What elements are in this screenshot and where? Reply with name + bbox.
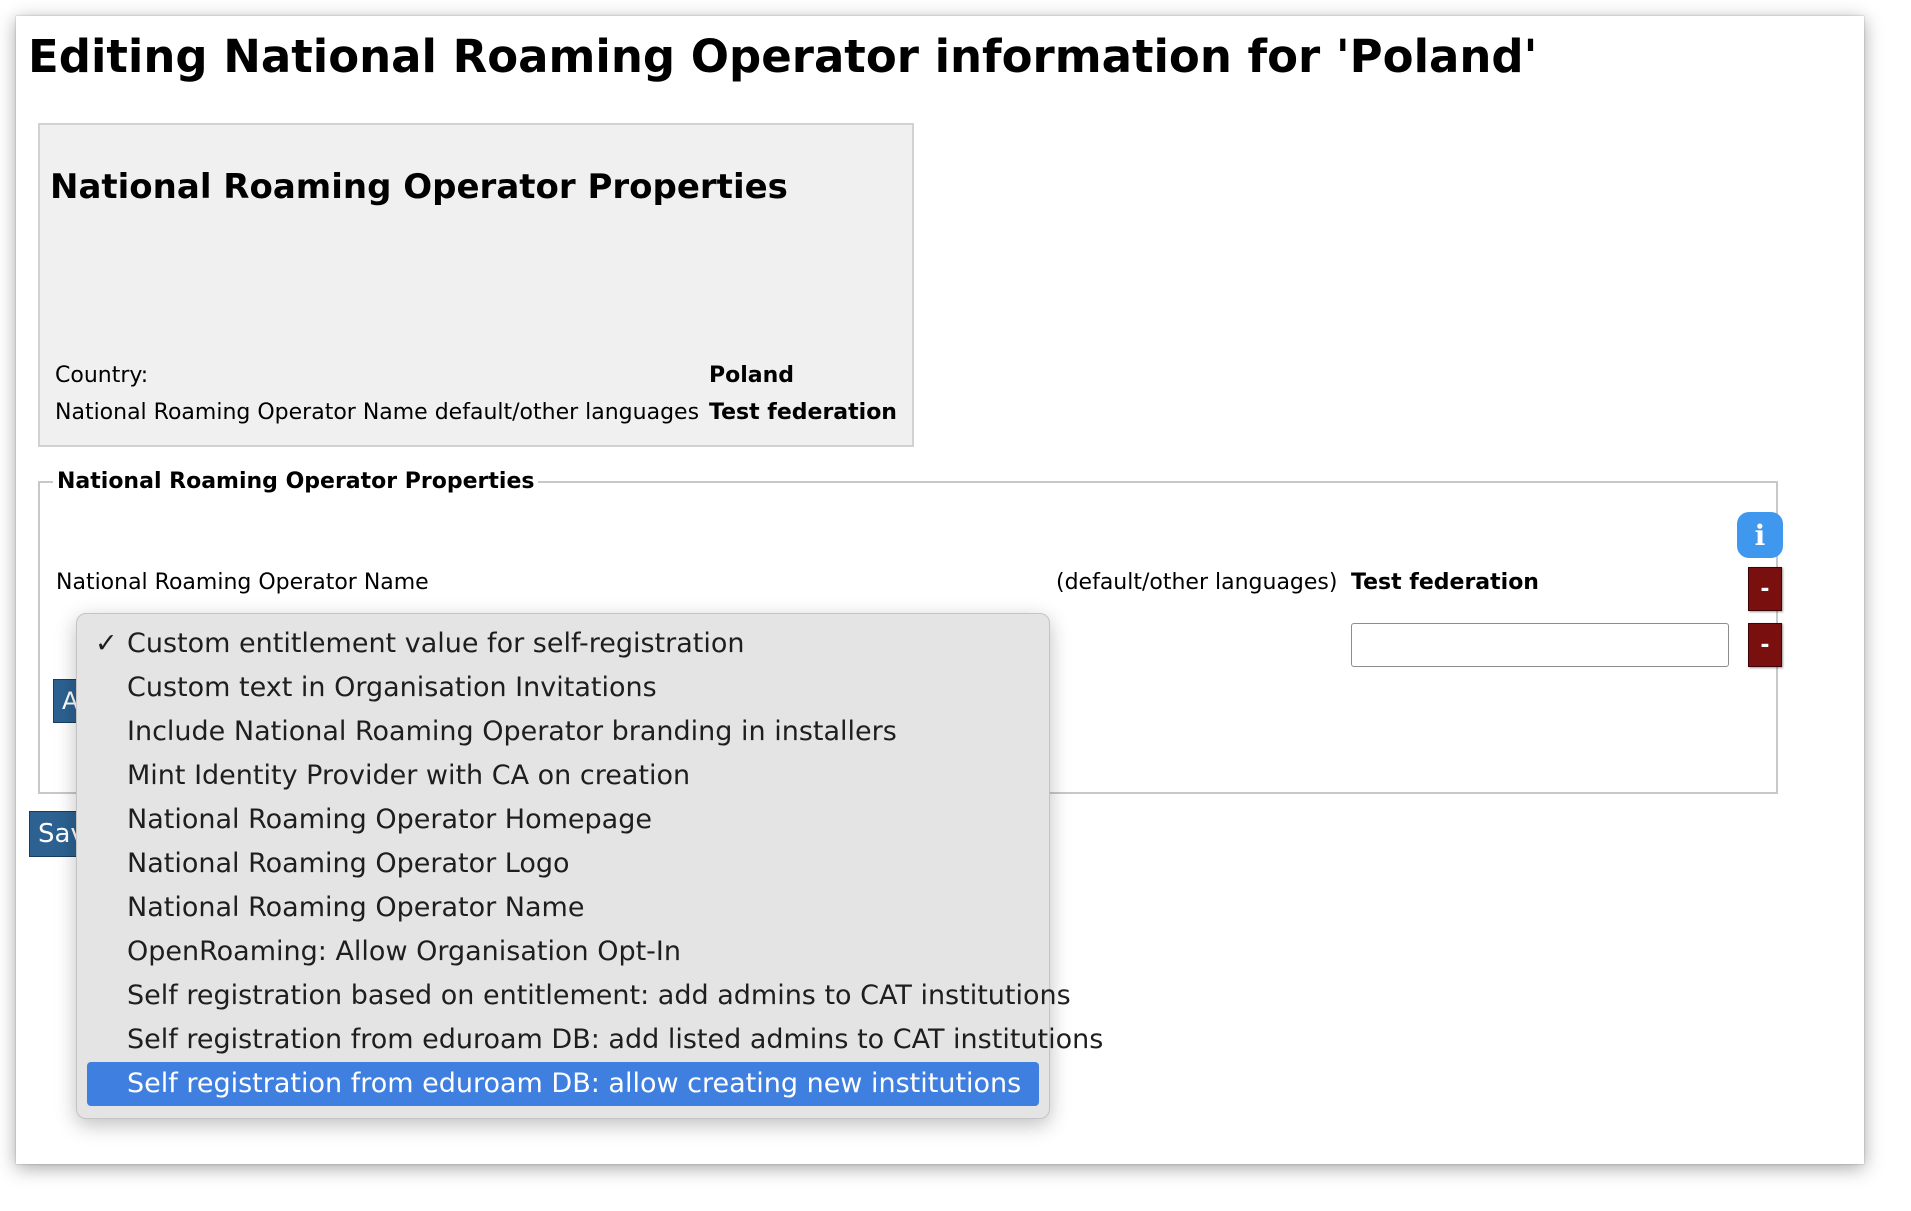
dropdown-option-label: Self registration from eduroam DB: allow…: [127, 1068, 1022, 1099]
remove-new-option-button[interactable]: -: [1748, 623, 1782, 667]
dropdown-option[interactable]: Include National Roaming Operator brandi…: [87, 710, 1039, 754]
summary-row-country: Country: Poland: [55, 363, 794, 388]
summary-label: Country:: [55, 363, 149, 388]
fieldset-legend: National Roaming Operator Properties: [53, 469, 539, 494]
dropdown-option-label: National Roaming Operator Homepage: [127, 804, 652, 835]
page-title: Editing National Roaming Operator inform…: [28, 30, 1538, 83]
dropdown-option[interactable]: National Roaming Operator Logo: [87, 842, 1039, 886]
dropdown-option[interactable]: Self registration based on entitlement: …: [87, 974, 1071, 1018]
dropdown-option-label: National Roaming Operator Name: [127, 892, 585, 923]
dropdown-option[interactable]: National Roaming Operator Name: [87, 886, 1039, 930]
dropdown-option-label: National Roaming Operator Logo: [127, 848, 570, 879]
checkmark-icon: ✓: [95, 628, 118, 659]
dropdown-option[interactable]: Self registration from eduroam DB: add l…: [87, 1018, 1103, 1062]
dropdown-option[interactable]: Custom text in Organisation Invitations: [87, 666, 1039, 710]
properties-summary-panel: National Roaming Operator Properties Cou…: [38, 123, 914, 447]
dropdown-option[interactable]: National Roaming Operator Homepage: [87, 798, 1039, 842]
info-icon[interactable]: i: [1737, 512, 1783, 558]
option-select-dropdown[interactable]: ✓ Custom entitlement value for self-regis…: [76, 613, 1103, 1119]
dropdown-option-label: Self registration based on entitlement: …: [127, 980, 1071, 1011]
dropdown-option[interactable]: Self registration from eduroam DB: allow…: [87, 1062, 1039, 1106]
summary-row-operator-name: National Roaming Operator Name default/o…: [55, 400, 897, 425]
dropdown-option-label: Custom entitlement value for self-regist…: [127, 628, 745, 659]
summary-value: Test federation: [709, 400, 897, 425]
dropdown-option[interactable]: OpenRoaming: Allow Organisation Opt-In: [87, 930, 1039, 974]
dropdown-option[interactable]: ✓ Custom entitlement value for self-regis…: [87, 622, 1039, 666]
browser-window: Editing National Roaming Operator inform…: [16, 16, 1864, 1164]
summary-label: National Roaming Operator Name default/o…: [55, 400, 700, 425]
new-option-value-input[interactable]: [1351, 623, 1729, 667]
dropdown-option-label: Mint Identity Provider with CA on creati…: [127, 760, 691, 791]
dropdown-option-label: Include National Roaming Operator brandi…: [127, 716, 897, 747]
option-value: Test federation: [1351, 570, 1539, 595]
dropdown-option-label: Self registration from eduroam DB: add l…: [127, 1024, 1104, 1055]
option-name-label: National Roaming Operator Name: [56, 570, 429, 595]
option-language-label: (default/other languages): [1056, 570, 1338, 595]
dropdown-option-label: OpenRoaming: Allow Organisation Opt-In: [127, 936, 682, 967]
summary-heading: National Roaming Operator Properties: [50, 167, 788, 207]
remove-option-button[interactable]: -: [1748, 567, 1782, 611]
dropdown-option[interactable]: Mint Identity Provider with CA on creati…: [87, 754, 1039, 798]
dropdown-option-label: Custom text in Organisation Invitations: [127, 672, 657, 703]
summary-value: Poland: [709, 363, 795, 388]
